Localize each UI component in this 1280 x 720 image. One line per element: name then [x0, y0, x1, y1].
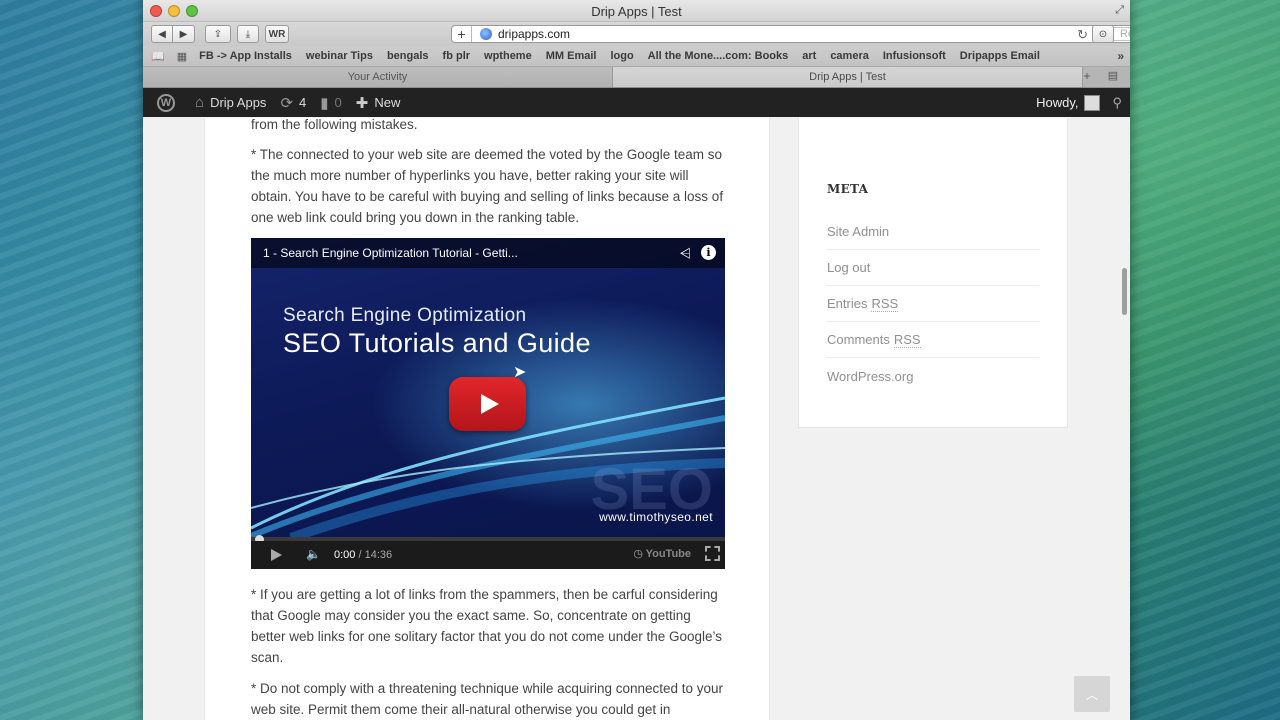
- video-title[interactable]: 1 - Search Engine Optimization Tutorial …: [263, 246, 518, 260]
- forward-button[interactable]: ▶: [173, 25, 195, 43]
- post-paragraph: * If you are getting a lot of links from…: [251, 587, 723, 665]
- avatar[interactable]: [1084, 94, 1101, 111]
- tab-bar: Your Activity Drip Apps | Test + ▤: [143, 67, 1130, 88]
- bookmark-item[interactable]: FB -> App Installs: [199, 50, 292, 62]
- meta-link-comments-rss[interactable]: Comments RSS: [827, 322, 1039, 358]
- plus-icon: ✚: [355, 94, 369, 112]
- new-content-link[interactable]: ✚ New: [356, 94, 401, 112]
- control-play-icon[interactable]: [271, 549, 282, 561]
- new-tab-button[interactable]: +: [1076, 69, 1098, 85]
- share-page-button[interactable]: ⇪: [205, 25, 231, 43]
- comment-icon: ▮: [320, 94, 329, 112]
- browser-window: Drip Apps | Test ⤢ ◀ ▶ ⇪ ⤓ WR + dripapps…: [143, 0, 1130, 720]
- bookmark-item[interactable]: bengals: [387, 50, 429, 62]
- post-column: from the following mistakes. * The conne…: [204, 117, 770, 720]
- nav-buttons: ◀ ▶: [151, 25, 195, 43]
- bookmark-item[interactable]: webinar Tips: [306, 50, 373, 62]
- bookmark-item[interactable]: art: [802, 50, 816, 62]
- top-sites-icon[interactable]: ▦: [177, 50, 187, 63]
- wordpress-menu[interactable]: W: [157, 93, 181, 112]
- meta-links: Site Admin Log out Entries RSS Comments RS…: [827, 214, 1039, 394]
- updates-link[interactable]: ⟳ 4: [280, 94, 306, 112]
- search-icon[interactable]: ⚲: [1112, 95, 1122, 111]
- share-icon[interactable]: ⩤: [680, 245, 691, 262]
- youtube-logo[interactable]: YouTube: [646, 548, 691, 560]
- download-button[interactable]: ⤓: [237, 25, 259, 43]
- post-paragraph: * Do not comply with a threatening techn…: [251, 681, 724, 717]
- page-content: from the following mistakes. * The conne…: [143, 117, 1130, 720]
- video-time: 0:00 / 14:36: [334, 549, 392, 561]
- meta-link-site-admin[interactable]: Site Admin: [827, 214, 1039, 250]
- wr-extension-button[interactable]: WR: [265, 25, 289, 43]
- home-icon: ⌂: [195, 94, 205, 111]
- volume-icon[interactable]: 🔈: [306, 547, 321, 561]
- comments-count: 0: [334, 95, 342, 110]
- globe-icon: [480, 28, 492, 40]
- tab-overview-icon[interactable]: ▤: [1102, 69, 1124, 85]
- reload-icon[interactable]: ↻: [1077, 27, 1088, 43]
- post-paragraph: * The connected to your web site are dee…: [251, 147, 724, 225]
- site-name-link[interactable]: ⌂ Drip Apps: [195, 94, 266, 111]
- back-button[interactable]: ◀: [151, 25, 173, 43]
- title-bar: Drip Apps | Test ⤢: [143, 0, 1130, 22]
- bookmark-item[interactable]: MM Email: [546, 50, 597, 62]
- bookmark-item[interactable]: wptheme: [484, 50, 532, 62]
- video-thumbnail[interactable]: SEO Search Engine Optimization SEO Tutor…: [251, 238, 725, 540]
- more-bookmarks-icon[interactable]: »: [1117, 49, 1124, 63]
- new-label: New: [374, 95, 401, 110]
- bookmark-item[interactable]: camera: [830, 50, 869, 62]
- sidebar-meta-widget: META Site Admin Log out Entries RSS Comme…: [798, 118, 1068, 428]
- bookmark-item[interactable]: Infusionsoft: [883, 50, 946, 62]
- url-text[interactable]: dripapps.com: [498, 27, 570, 41]
- add-bookmark-button[interactable]: +: [452, 26, 472, 42]
- meta-link-entries-rss[interactable]: Entries RSS: [827, 286, 1039, 322]
- bookmark-item[interactable]: fb plr: [443, 50, 471, 62]
- fullscreen-icon[interactable]: ⤢: [1115, 4, 1124, 17]
- scrollbar[interactable]: [1122, 268, 1127, 315]
- window-title: Drip Apps | Test: [591, 4, 682, 19]
- video-title-bar: 1 - Search Engine Optimization Tutorial …: [251, 238, 725, 268]
- wordpress-icon: W: [157, 93, 175, 112]
- site-name: Drip Apps: [210, 95, 267, 110]
- tab-your-activity[interactable]: Your Activity: [143, 67, 613, 87]
- bookmark-item[interactable]: All the Mone....com: Books: [648, 50, 789, 62]
- bookmarks-bar: 📖 ▦ FB -> App Installs webinar Tips beng…: [143, 46, 1130, 67]
- mouse-cursor-icon: ➤: [513, 364, 527, 381]
- updates-icon: ⟳: [280, 94, 294, 112]
- back-to-top-icon[interactable]: ︿: [1074, 676, 1110, 712]
- bookmark-item[interactable]: logo: [610, 50, 633, 62]
- wp-admin-bar: W ⌂ Drip Apps ⟳ 4 ▮ 0 ✚ New Howdy, ⚲: [143, 88, 1130, 117]
- video-controls: 🔈 0:00 / 14:36 ◷ YouTube: [251, 541, 725, 569]
- bookmark-item[interactable]: Dripapps Email: [960, 50, 1040, 62]
- updates-count: 4: [299, 95, 307, 110]
- meta-link-wordpress-org[interactable]: WordPress.org: [827, 358, 1039, 394]
- downloads-icon[interactable]: ⊙: [1092, 25, 1114, 43]
- watch-later-icon[interactable]: ◷: [633, 547, 643, 560]
- fullscreen-icon[interactable]: [705, 546, 720, 561]
- browser-toolbar: ◀ ▶ ⇪ ⤓ WR + dripapps.com ↻ Reader ⊙: [143, 22, 1130, 46]
- meta-link-log-out[interactable]: Log out: [827, 250, 1039, 286]
- video-site-url: www.timothyseo.net: [599, 510, 713, 524]
- embedded-video[interactable]: SEO Search Engine Optimization SEO Tutor…: [251, 238, 725, 569]
- video-subtitle: Search Engine Optimization: [283, 305, 527, 326]
- info-icon[interactable]: i: [701, 245, 716, 260]
- address-bar[interactable]: + dripapps.com ↻ Reader: [451, 25, 1130, 43]
- tab-drip-apps[interactable]: Drip Apps | Test: [613, 67, 1083, 87]
- play-button[interactable]: [449, 377, 526, 431]
- admin-bar-right: Howdy, ⚲: [1036, 88, 1122, 117]
- duration: / 14:36: [358, 549, 393, 561]
- meta-widget-title: META: [827, 182, 869, 196]
- video-headline: SEO Tutorials and Guide: [283, 328, 591, 358]
- current-time: 0:00: [334, 549, 356, 561]
- post-paragraph: from the following mistakes.: [251, 117, 418, 132]
- reading-list-icon[interactable]: 📖: [151, 50, 165, 63]
- howdy-label[interactable]: Howdy,: [1036, 95, 1078, 110]
- comments-link[interactable]: ▮ 0: [320, 94, 342, 112]
